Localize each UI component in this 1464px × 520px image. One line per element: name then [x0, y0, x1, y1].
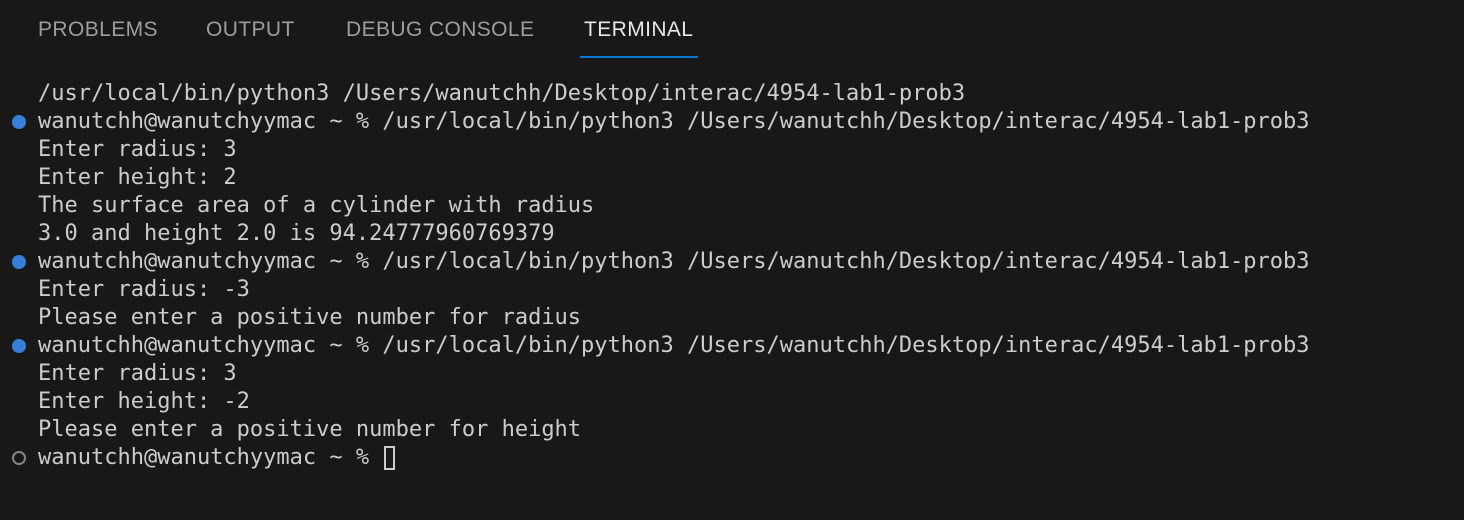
terminal-cursor — [384, 446, 396, 470]
terminal-output[interactable]: /usr/local/bin/python3 /Users/wanutchh/D… — [0, 80, 1464, 472]
command-pending-icon[interactable] — [12, 451, 26, 465]
terminal-line-text: Enter radius: 3 — [38, 361, 237, 386]
terminal-line-text: wanutchh@wanutchyymac ~ % /usr/local/bin… — [38, 109, 1310, 134]
terminal-line: The surface area of a cylinder with radi… — [0, 192, 1464, 220]
terminal-line-text: 3.0 and height 2.0 is 94.24777960769379 — [38, 221, 555, 246]
tab-output[interactable]: OUTPUT — [206, 18, 295, 58]
terminal-line: Enter height: 2 — [0, 164, 1464, 192]
terminal-line-text: Please enter a positive number for radiu… — [38, 305, 582, 330]
terminal-line-text: wanutchh@wanutchyymac ~ % /usr/local/bin… — [38, 333, 1310, 358]
terminal-line: Enter radius: 3 — [0, 136, 1464, 164]
terminal-line-text: Please enter a positive number for heigh… — [38, 417, 582, 442]
terminal-line: Please enter a positive number for radiu… — [0, 304, 1464, 332]
command-success-icon[interactable] — [12, 115, 26, 129]
terminal-line-text: wanutchh@wanutchyymac ~ % /usr/local/bin… — [38, 249, 1310, 274]
terminal-line: Enter radius: 3 — [0, 360, 1464, 388]
terminal-command-line: wanutchh@wanutchyymac ~ % /usr/local/bin… — [0, 332, 1464, 360]
terminal-line: /usr/local/bin/python3 /Users/wanutchh/D… — [0, 80, 1464, 108]
terminal-line: Enter height: -2 — [0, 388, 1464, 416]
terminal-line-text: The surface area of a cylinder with radi… — [38, 193, 595, 218]
command-success-icon[interactable] — [12, 255, 26, 269]
command-success-icon[interactable] — [12, 339, 26, 353]
terminal-line-text: /usr/local/bin/python3 /Users/wanutchh/D… — [38, 81, 966, 106]
terminal-line-text: Enter radius: -3 — [38, 277, 250, 302]
terminal-line-text: Enter height: 2 — [38, 165, 237, 190]
terminal-command-line: wanutchh@wanutchyymac ~ % /usr/local/bin… — [0, 248, 1464, 276]
active-tab-indicator — [580, 56, 698, 58]
terminal-command-line: wanutchh@wanutchyymac ~ % /usr/local/bin… — [0, 108, 1464, 136]
tab-problems[interactable]: PROBLEMS — [38, 18, 158, 58]
terminal-prompt-line[interactable]: wanutchh@wanutchyymac ~ % — [0, 444, 1464, 472]
panel-tab-bar: PROBLEMS OUTPUT DEBUG CONSOLE TERMINAL — [0, 0, 1464, 60]
terminal-line: 3.0 and height 2.0 is 94.24777960769379 — [0, 220, 1464, 248]
tab-debug-console[interactable]: DEBUG CONSOLE — [346, 18, 534, 58]
tab-terminal[interactable]: TERMINAL — [584, 18, 693, 58]
terminal-line-text: Enter radius: 3 — [38, 137, 237, 162]
terminal-line: Enter radius: -3 — [0, 276, 1464, 304]
terminal-line-text: Enter height: -2 — [38, 389, 250, 414]
terminal-prompt-text: wanutchh@wanutchyymac ~ % — [38, 445, 383, 470]
terminal-line: Please enter a positive number for heigh… — [0, 416, 1464, 444]
